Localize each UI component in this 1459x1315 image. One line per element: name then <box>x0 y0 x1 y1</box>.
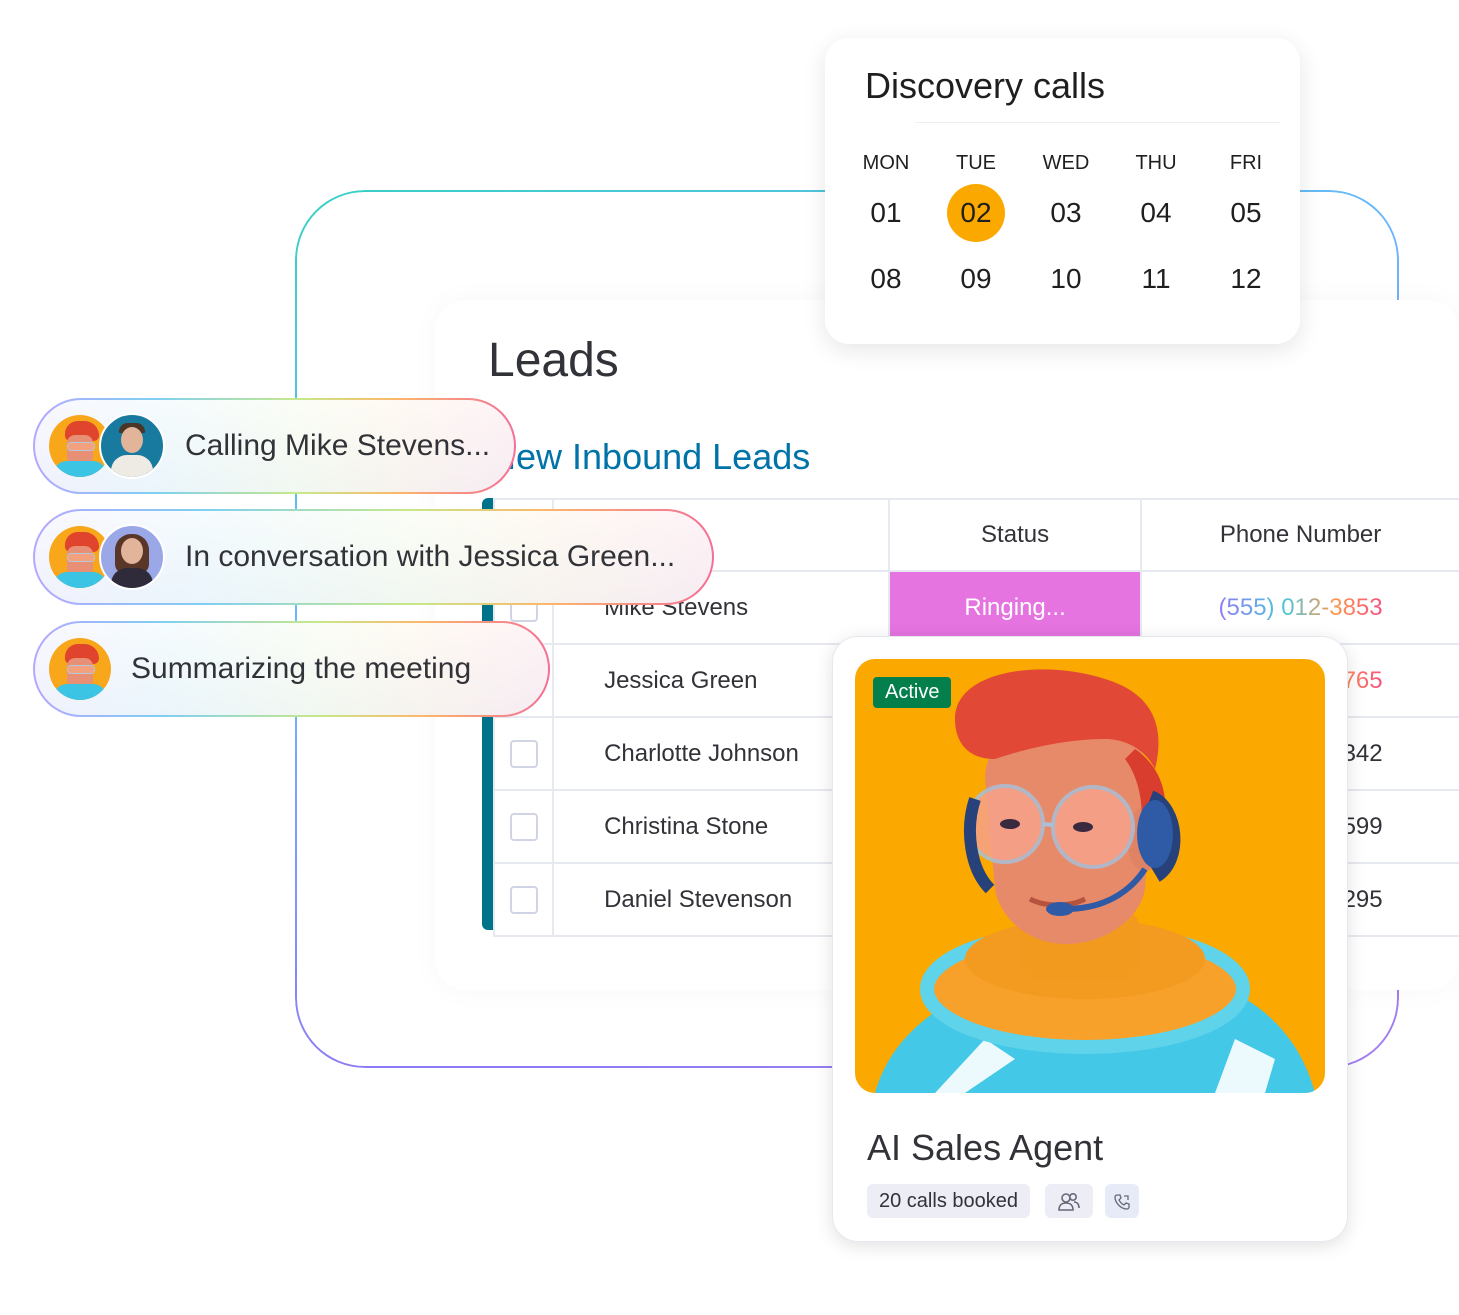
discovery-calls-calendar: Discovery calls MON TUE WED THU FRI 01 0… <box>825 38 1300 344</box>
calendar-date[interactable]: 10 <box>1021 246 1111 312</box>
weekday-label: FRI <box>1229 152 1263 174</box>
weekday-label: WED <box>1042 152 1090 174</box>
activity-text: Calling Mike Stevens... <box>185 429 491 462</box>
calendar-date[interactable]: 03 <box>1021 180 1111 246</box>
weekday-label: MON <box>862 152 910 174</box>
column-header-status[interactable]: Status <box>888 498 1143 572</box>
activity-pill-summarizing: Summarizing the meeting <box>33 621 550 717</box>
group-title[interactable]: New Inbound Leads <box>490 436 810 478</box>
calendar-date[interactable]: 04 <box>1111 180 1201 246</box>
calendar-date[interactable]: 12 <box>1201 246 1291 312</box>
ai-agent-card[interactable]: Active AI Sales Agent 20 calls booked <box>832 636 1348 1242</box>
column-header-phone[interactable]: Phone Number <box>1140 498 1459 572</box>
weekday-label: TUE <box>956 152 996 174</box>
row-checkbox[interactable] <box>509 739 538 768</box>
divider <box>915 122 1280 123</box>
calendar-date[interactable]: 09 <box>931 246 1021 312</box>
avatar <box>99 524 165 590</box>
agent-title: AI Sales Agent <box>867 1127 1104 1168</box>
activity-pill-calling: Calling Mike Stevens... <box>33 398 516 494</box>
calendar-date[interactable]: 01 <box>841 180 931 246</box>
calls-booked-chip: 20 calls booked <box>867 1184 1030 1218</box>
calendar-date[interactable]: 11 <box>1111 246 1201 312</box>
avatar <box>99 413 165 479</box>
agent-character-image <box>875 669 1315 1093</box>
calendar-title: Discovery calls <box>865 65 1106 106</box>
status-badge: Active <box>873 677 952 708</box>
activity-text: Summarizing the meeting <box>131 652 472 685</box>
row-checkbox[interactable] <box>509 812 538 841</box>
agent-illustration: Active <box>855 659 1325 1093</box>
activity-text: In conversation with Jessica Green... <box>185 540 676 573</box>
phone-icon[interactable] <box>1105 1184 1139 1218</box>
row-checkbox[interactable] <box>509 885 538 914</box>
weekday-label: THU <box>1135 152 1177 174</box>
calendar-date-selected[interactable]: 02 <box>931 180 1021 246</box>
calendar-date[interactable]: 05 <box>1201 180 1291 246</box>
phone-number[interactable]: (555) 012-3853 <box>1219 594 1383 621</box>
status-cell[interactable]: Ringing... <box>888 570 1143 645</box>
activity-pill-conversation: In conversation with Jessica Green... <box>33 509 714 605</box>
calendar-grid: MON TUE WED THU FRI 01 02 03 04 05 08 09… <box>841 146 1291 312</box>
users-icon[interactable] <box>1045 1184 1093 1218</box>
ai-agent-avatar <box>49 638 111 700</box>
calendar-date[interactable]: 08 <box>841 246 931 312</box>
board-title: Leads <box>488 334 619 387</box>
